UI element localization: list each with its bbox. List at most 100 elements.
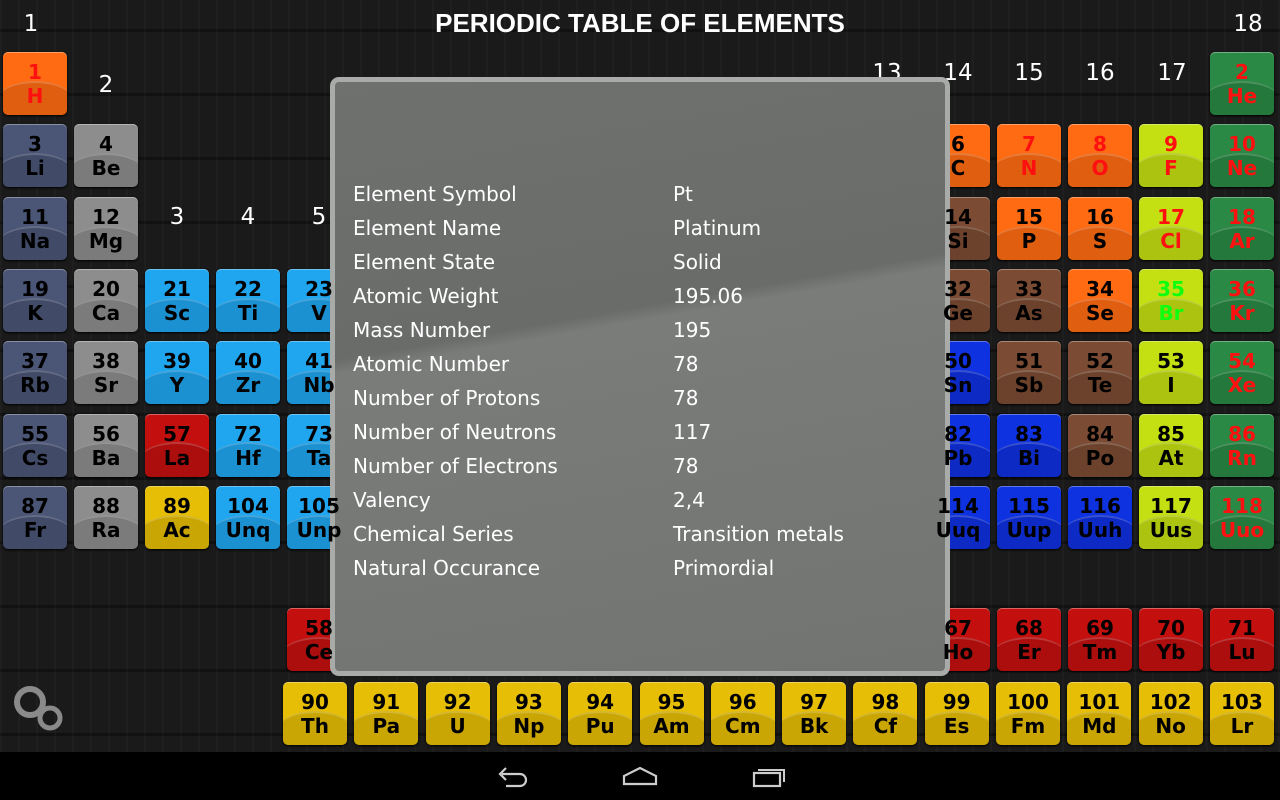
element-cell-cf[interactable]: 98 Cf (853, 682, 918, 745)
element-cell-k[interactable]: 19 K (3, 268, 67, 332)
element-cell-lu[interactable]: 71 Lu (1210, 608, 1274, 671)
back-icon[interactable] (494, 764, 530, 792)
element-cell-se[interactable]: 34 Se (1068, 268, 1132, 332)
element-cell-la[interactable]: 57 La (145, 413, 209, 477)
element-symbol: Ge (943, 300, 973, 325)
element-cell-uup[interactable]: 115 Uup (997, 485, 1061, 549)
element-cell-rn[interactable]: 86 Rn (1210, 413, 1274, 477)
detail-row: Mass Number 195 (353, 318, 711, 342)
element-cell-th[interactable]: 90 Th (283, 682, 347, 745)
detail-label: Chemical Series (353, 522, 514, 546)
element-cell-unq[interactable]: 104 Unq (216, 485, 280, 549)
element-cell-uuo[interactable]: 118 Uuo (1210, 485, 1274, 549)
element-cell-pa[interactable]: 91 Pa (354, 682, 419, 745)
element-cell-cs[interactable]: 55 Cs (3, 413, 67, 477)
element-cell-cm[interactable]: 96 Cm (710, 682, 775, 745)
element-cell-uuq[interactable]: 114 Uuq (926, 485, 990, 549)
element-cell-xe[interactable]: 54 Xe (1210, 341, 1274, 405)
element-cell-uus[interactable]: 117 Uus (1139, 485, 1203, 549)
element-cell-sr[interactable]: 38 Sr (74, 341, 138, 405)
element-cell-sc[interactable]: 21 Sc (145, 268, 209, 332)
element-symbol: Ho (942, 640, 974, 664)
element-cell-ca[interactable]: 20 Ca (74, 268, 138, 332)
element-cell-ac[interactable]: 89 Ac (145, 485, 209, 549)
element-cell-te[interactable]: 52 Te (1068, 341, 1132, 405)
element-cell-y[interactable]: 39 Y (145, 341, 209, 405)
element-symbol: K (27, 300, 43, 325)
atomic-number: 100 (1007, 690, 1049, 714)
element-cell-p[interactable]: 15 P (997, 196, 1061, 260)
element-cell-at[interactable]: 85 At (1139, 413, 1203, 477)
element-cell-yb[interactable]: 70 Yb (1139, 608, 1203, 671)
element-cell-be[interactable]: 4 Be (74, 124, 138, 188)
group-label: 18 (1233, 11, 1263, 37)
element-cell-pb[interactable]: 82 Pb (926, 413, 990, 477)
element-cell-ho[interactable]: 67 Ho (926, 608, 990, 671)
element-cell-tm[interactable]: 69 Tm (1068, 608, 1132, 671)
element-cell-ne[interactable]: 10 Ne (1210, 124, 1274, 188)
element-cell-sb[interactable]: 51 Sb (997, 341, 1061, 405)
element-cell-mg[interactable]: 12 Mg (74, 196, 138, 260)
element-cell-md[interactable]: 101 Md (1067, 682, 1132, 745)
element-cell-po[interactable]: 84 Po (1068, 413, 1132, 477)
element-cell-fm[interactable]: 100 Fm (996, 682, 1060, 745)
element-cell-lr[interactable]: 103 Lr (1209, 682, 1274, 745)
element-cell-hf[interactable]: 72 Hf (216, 413, 280, 477)
element-cell-bk[interactable]: 97 Bk (782, 682, 847, 745)
atomic-number: 87 (21, 493, 49, 518)
element-cell-fr[interactable]: 87 Fr (3, 485, 67, 549)
element-cell-i[interactable]: 53 I (1139, 341, 1203, 405)
element-cell-na[interactable]: 11 Na (3, 196, 67, 260)
element-symbol: Rn (1227, 445, 1257, 470)
recents-icon[interactable] (750, 764, 786, 792)
element-symbol: Si (947, 228, 969, 253)
element-cell-zr[interactable]: 40 Zr (216, 341, 280, 405)
element-cell-ba[interactable]: 56 Ba (74, 413, 138, 477)
element-cell-ta[interactable]: 73 Ta (287, 413, 351, 477)
settings-gears-icon[interactable] (8, 686, 70, 736)
element-cell-uuh[interactable]: 116 Uuh (1068, 485, 1132, 549)
element-cell-cl[interactable]: 17 Cl (1139, 196, 1203, 260)
element-symbol: Am (653, 714, 690, 738)
element-cell-rb[interactable]: 37 Rb (3, 341, 67, 405)
detail-row: Atomic Weight 195.06 (353, 284, 743, 308)
element-symbol: Fm (1010, 714, 1046, 738)
element-cell-bi[interactable]: 83 Bi (997, 413, 1061, 477)
element-cell-he[interactable]: 2 He (1210, 52, 1274, 115)
element-cell-np[interactable]: 93 Np (496, 682, 561, 745)
element-cell-as[interactable]: 33 As (997, 268, 1061, 332)
atomic-number: 91 (372, 690, 401, 714)
atomic-number: 35 (1157, 276, 1185, 301)
element-cell-ti[interactable]: 22 Ti (216, 268, 280, 332)
element-cell-er[interactable]: 68 Er (997, 608, 1061, 671)
element-cell-no[interactable]: 102 No (1138, 682, 1203, 745)
element-cell-n[interactable]: 7N (997, 124, 1061, 188)
element-cell-ar[interactable]: 18 Ar (1210, 196, 1274, 260)
element-cell-ra[interactable]: 88 Ra (74, 485, 138, 549)
atomic-number: 2 (1235, 60, 1249, 84)
element-symbol: Kr (1229, 300, 1255, 325)
element-cell-li[interactable]: 3 Li (3, 124, 67, 188)
element-cell-o[interactable]: 8O (1068, 124, 1132, 188)
element-cell-br[interactable]: 35 Br (1139, 268, 1203, 332)
element-cell-nb[interactable]: 41 Nb (287, 341, 351, 405)
element-cell-u[interactable]: 92 U (425, 682, 490, 745)
element-cell-es[interactable]: 99 Es (924, 682, 989, 745)
element-cell-unp[interactable]: 105 Unp (287, 485, 351, 549)
element-cell-am[interactable]: 95 Am (639, 682, 704, 745)
element-cell-kr[interactable]: 36 Kr (1210, 268, 1274, 332)
element-cell-ge[interactable]: 32 Ge (926, 268, 990, 332)
atomic-number: 39 (163, 349, 191, 374)
element-cell-v[interactable]: 23 V (287, 268, 351, 332)
element-cell-f[interactable]: 9F (1139, 124, 1203, 188)
element-cell-s[interactable]: 16 S (1068, 196, 1132, 260)
home-icon[interactable] (622, 764, 658, 792)
element-cell-c[interactable]: 6C (926, 124, 990, 188)
element-details-dialog[interactable]: Element Symbol Pt Element Name Platinum Elem… (330, 77, 950, 676)
element-cell-si[interactable]: 14 Si (926, 196, 990, 260)
element-cell-sn[interactable]: 50 Sn (926, 341, 990, 405)
element-symbol: Ra (91, 517, 121, 542)
element-cell-ce[interactable]: 58 Ce (287, 608, 351, 671)
element-cell-h[interactable]: 1H (3, 52, 67, 115)
element-cell-pu[interactable]: 94 Pu (568, 682, 633, 745)
